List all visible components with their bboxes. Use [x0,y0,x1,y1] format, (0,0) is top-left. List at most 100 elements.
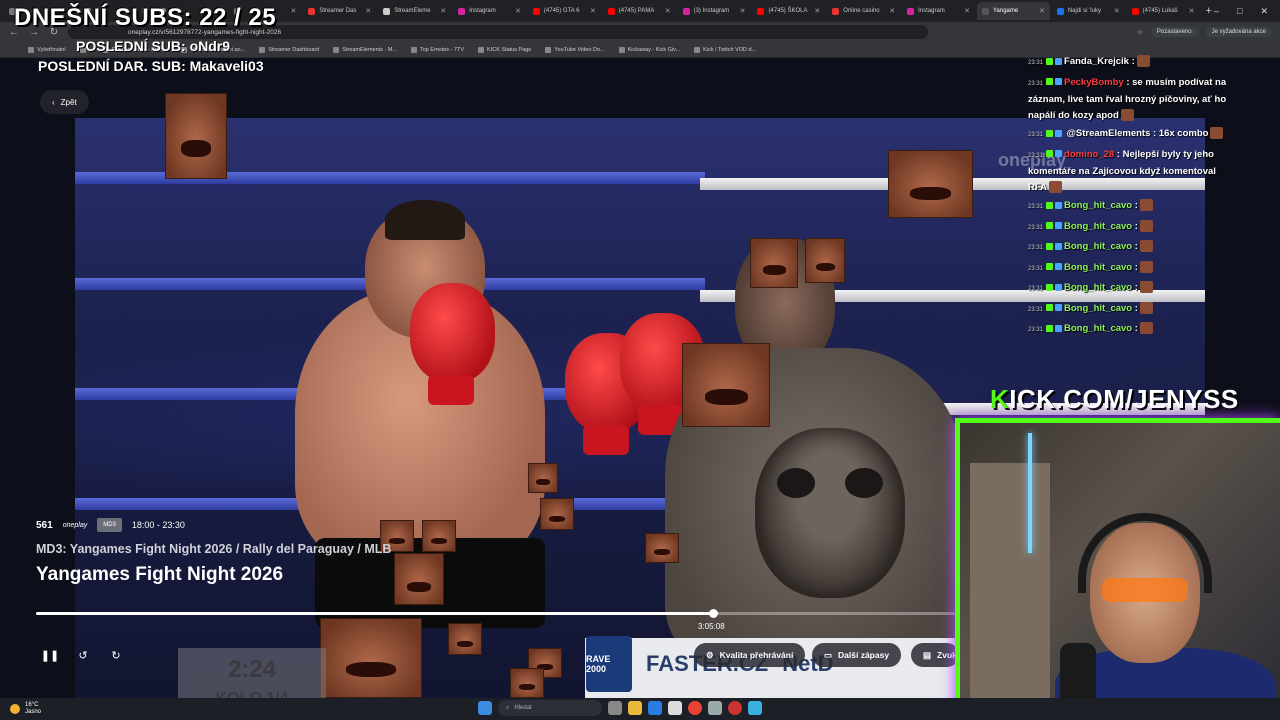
bookmark-item[interactable]: YouTube Video Do... [545,46,605,53]
back-button[interactable]: ‹ Zpět [40,90,89,114]
tab-close-icon[interactable]: ✕ [440,7,446,15]
tab-favicon-icon [458,7,466,15]
chat-username[interactable]: domino_28 [1064,149,1114,160]
pause-icon[interactable]: ❚❚ [40,645,60,665]
browser-tab[interactable]: (4745) GTA 6 ✕ [528,2,601,20]
sound-button[interactable]: ▤ Zvuk [911,643,959,667]
taskbar-search[interactable]: ⌕ Hledat [498,700,602,716]
tab-close-icon[interactable]: ✕ [515,7,521,15]
tab-close-icon[interactable]: ✕ [740,7,746,15]
edge-icon[interactable] [648,701,662,715]
tab-close-icon[interactable]: ✕ [814,7,820,15]
chat-username[interactable]: Bong_hit_cavo [1064,282,1132,293]
new-tab-icon[interactable]: + [1206,5,1212,17]
browser-tab[interactable]: Najdi si 'luky ✕ [1052,2,1125,20]
tab-label: Najdi si 'luky [1067,8,1101,14]
bookmark-item[interactable]: Top Emotes - 7TV [411,46,464,53]
star-icon[interactable]: ☆ [1138,29,1143,36]
chat-username[interactable]: PeckyBomby [1064,77,1124,88]
temperature: 16°C [25,702,39,708]
windows-start-icon[interactable] [478,701,492,715]
badge-icon [1055,263,1063,271]
chat-text: : [1131,56,1135,67]
browser-tab[interactable]: Instagram ✕ [902,2,975,20]
browser-tab[interactable]: (4745) PAMA ✕ [603,2,676,20]
bookmark-item[interactable]: KICK Status Page [478,46,531,53]
close-window-icon[interactable]: ✕ [1260,6,1268,17]
task-view-icon[interactable] [608,701,622,715]
browser-tab[interactable]: (3) Instagram ✕ [678,2,751,20]
browser-tab[interactable]: StreamEleme ✕ [378,2,451,20]
more-matches-button[interactable]: ▭ Další zápasy [812,643,902,667]
notes-icon[interactable] [748,701,762,715]
bookmark-item[interactable]: Kick / Twitch VOD d... [694,46,756,53]
chat-overlay: 23:31 Fanda_Krejcik :23:31 PeckyBomby : se… [1028,54,1228,342]
chat-username[interactable]: Bong_hit_cavo [1064,221,1132,232]
chat-username[interactable]: Bong_hit_cavo [1064,303,1132,314]
emote-image [805,238,845,283]
bookmark-label: Vyšetřování [37,46,66,53]
emote-icon [1136,55,1150,68]
profile-area: ☆ Pozastaveno Je vyžadována akce [1138,27,1280,37]
browser-tab[interactable]: Instagram ✕ [453,2,526,20]
time-range: 18:00 - 23:30 [131,520,185,530]
tab-close-icon[interactable]: ✕ [1189,7,1195,15]
tab-close-icon[interactable]: ✕ [1039,7,1045,15]
chat-username[interactable]: Fanda_Krejcik [1064,56,1129,67]
progress-bar[interactable] [36,609,956,618]
tab-close-icon[interactable]: ✕ [291,7,297,15]
chat-timestamp: 23:31 [1028,286,1044,292]
bookmark-icon [333,46,340,53]
profile-button[interactable]: Pozastaveno [1150,27,1198,37]
tab-close-icon[interactable]: ✕ [590,7,596,15]
tab-close-icon[interactable]: ✕ [365,7,371,15]
quality-button[interactable]: ⚙ Kvalita přehrávání [694,643,806,667]
chat-username[interactable]: Bong_hit_cavo [1064,262,1132,273]
tab-close-icon[interactable]: ✕ [1114,7,1120,15]
profile-action-button[interactable]: Je vyžadována akce [1205,27,1272,37]
browser-tab[interactable]: Streamer Das ✕ [303,2,376,20]
minimize-icon[interactable]: – [1214,6,1219,17]
window-controls: – □ ✕ [1214,6,1280,17]
channel-badge: MD3 [97,518,122,532]
chat-text: : [1134,282,1138,293]
tab-close-icon[interactable]: ✕ [964,7,970,15]
browser-tab[interactable]: Online casino ✕ [827,2,900,20]
chat-username[interactable]: Bong_hit_cavo [1064,200,1132,211]
chat-username[interactable]: Bong_hit_cavo [1064,241,1132,252]
daily-subs-counter: DNEŠNÍ SUBS: 22 / 25 [14,4,277,31]
chat-text: @StreamElements : 16x combo [1066,128,1209,139]
tab-close-icon[interactable]: ✕ [889,7,895,15]
bookmark-item[interactable]: Vyšetřování [28,46,66,53]
store-icon[interactable] [668,701,682,715]
forward-icon[interactable]: ↻ [106,645,126,665]
browser-tab[interactable]: (4745) ŠKOLA ✕ [752,2,825,20]
bookmark-item[interactable]: Kickaway - Kick Giv... [618,46,680,53]
tab-label: (3) Instagram [693,8,730,14]
chat-timestamp: 23:31 [1028,327,1044,333]
maximize-icon[interactable]: □ [1237,6,1242,17]
emote-icon [1139,301,1153,314]
tab-close-icon[interactable]: ✕ [665,7,671,15]
browser-tab[interactable]: (4745) Lukáš ✕ [1127,2,1200,20]
quality-label: Kvalita přehrávání [719,650,794,660]
app-icon[interactable] [728,701,742,715]
bookmark-label: YouTube Video Do... [554,46,605,53]
badge-icon [1055,57,1063,65]
chat-username[interactable]: Bong_hit_cavo [1064,323,1132,334]
chat-timestamp: 23:31 [1028,60,1044,66]
browser-tab[interactable]: Yangame ✕ [976,2,1050,20]
bookmark-item[interactable]: Streamer Dashboard [259,46,319,53]
fighter-right [605,228,965,698]
tab-label: (4745) Lukáš [1142,8,1178,14]
rewind-icon[interactable]: ↺ [73,645,93,665]
weather-widget[interactable]: 16°C Jasno [0,702,41,716]
chrome-icon[interactable] [688,701,702,715]
chat-message: 23:31 Bong_hit_cavo : [1028,280,1228,298]
badge-icon [1055,242,1063,250]
bookmark-item[interactable]: StreamElements - M... [333,46,397,53]
emote-image [750,238,798,288]
tab-favicon-icon [981,7,989,15]
obs-icon[interactable] [708,701,722,715]
file-explorer-icon[interactable] [628,701,642,715]
